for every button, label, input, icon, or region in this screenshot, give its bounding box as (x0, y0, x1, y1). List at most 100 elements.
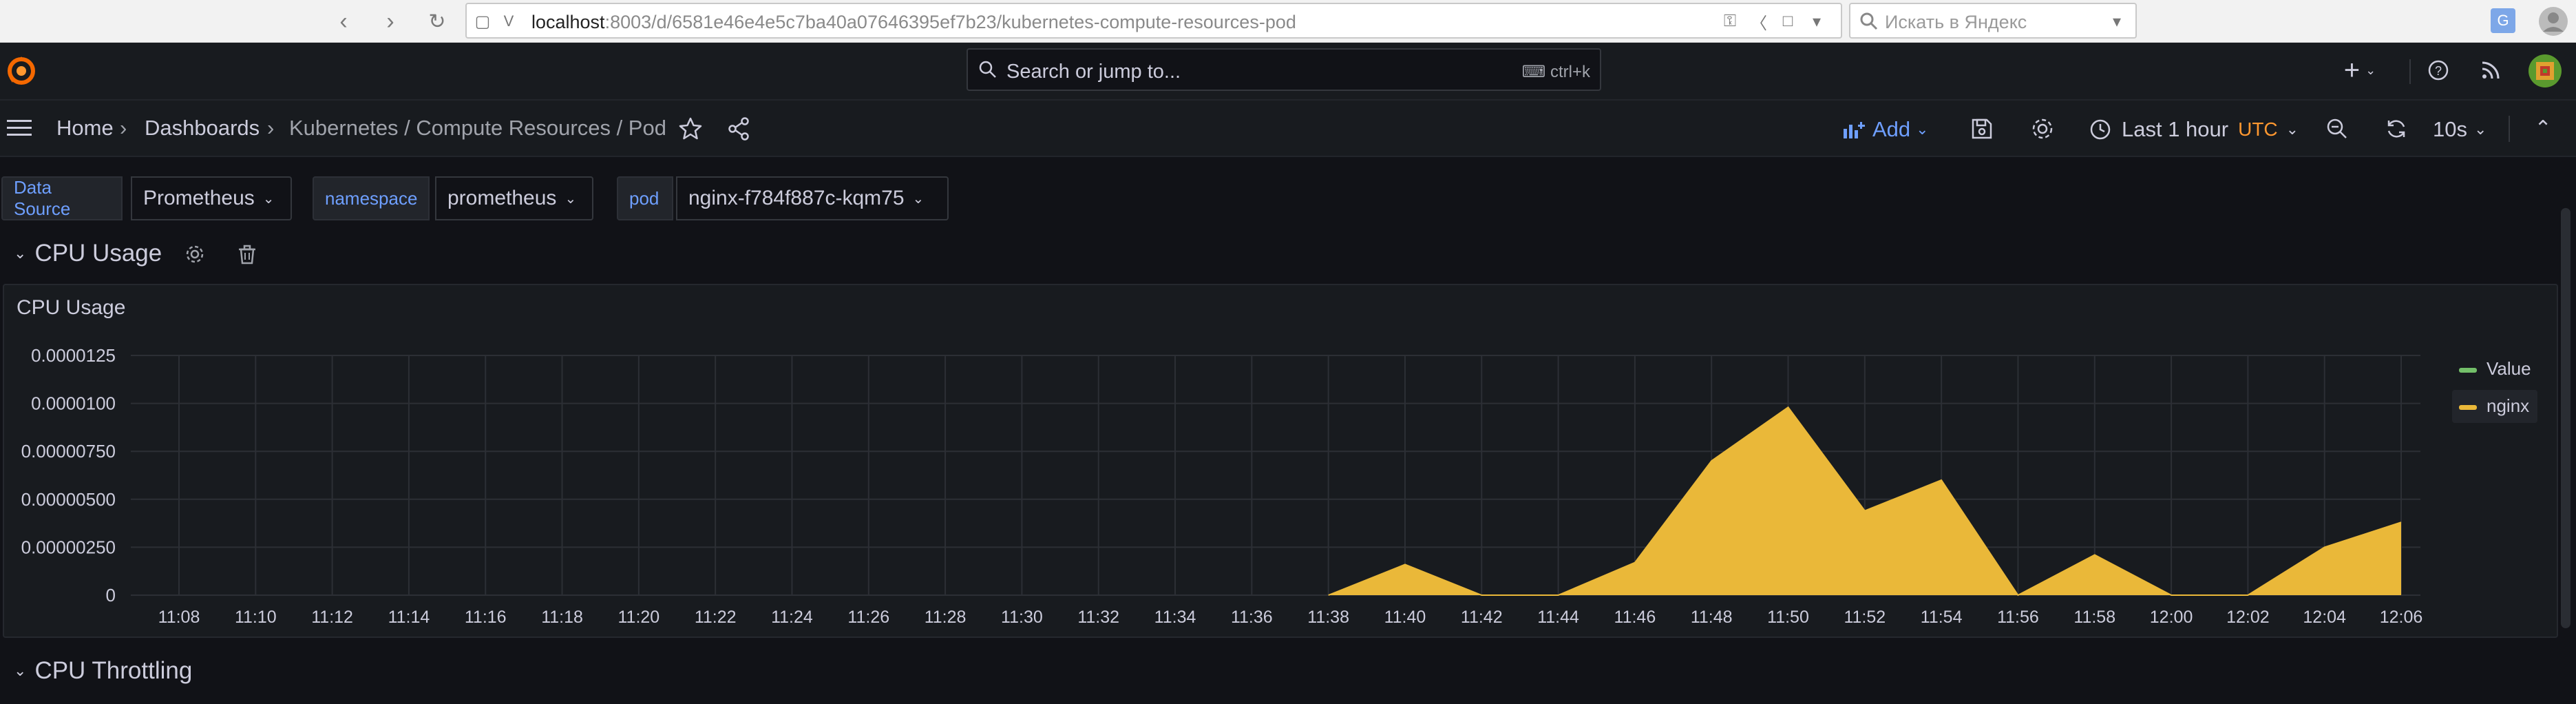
row-title-cpu-usage: CPU Usage (34, 240, 162, 267)
divider (2409, 59, 2411, 84)
share-icon[interactable] (726, 116, 752, 142)
namespace-select[interactable]: prometheus ⌄ (435, 176, 593, 220)
grafana-logo-icon[interactable] (4, 54, 39, 88)
add-label: Add (1872, 117, 1911, 141)
timezone-label: UTC (2238, 118, 2278, 140)
scrollbar[interactable] (2561, 208, 2570, 628)
chevron-down-icon: ⌄ (2473, 121, 2487, 138)
yandex-search-box[interactable]: Искать в Яндекс ▾ (1849, 3, 2137, 39)
search-icon (1860, 12, 1878, 30)
row-delete-trash-icon[interactable] (235, 242, 259, 266)
menu-icon[interactable] (6, 116, 34, 141)
search-placeholder: Search or jump to... (1006, 61, 1181, 83)
refresh-interval-picker[interactable]: 10s ⌄ (2433, 116, 2487, 143)
x-tick-label: 11:16 (465, 608, 507, 627)
x-tick-label: 11:20 (618, 608, 660, 627)
x-tick-label: 11:34 (1154, 608, 1196, 627)
y-tick-label: 0.0000100 (31, 393, 116, 414)
row-cpu-throttling[interactable]: ⌄ CPU Throttling (14, 656, 192, 686)
url-text[interactable]: localhost:8003/d/6581e46e4e5c7ba40a07646… (531, 12, 1296, 33)
search-input[interactable]: Search or jump to... ⌨ ctrl+k (967, 48, 1601, 91)
cpu-usage-chart[interactable]: 0 0.00000250 0.00000500 0.00000750 0.0000100… (4, 285, 2557, 636)
breadcrumb-home[interactable]: Home (56, 116, 114, 141)
y-tick-label: 0.00000750 (21, 441, 116, 462)
variables-bar: Data Source Prometheus ⌄ namespace promet… (0, 157, 2576, 231)
chevron-down-icon[interactable]: ▾ (2107, 11, 2127, 32)
variable-label-namespace: namespace (313, 176, 430, 220)
x-tick-label: 11:14 (388, 608, 430, 627)
new-plus-icon[interactable]: + ⌄ (2339, 55, 2380, 85)
refresh-icon[interactable] (2385, 117, 2408, 141)
chevron-right-icon: › (120, 116, 127, 140)
collapse-chevron-up-icon[interactable]: ⌄ (2529, 113, 2557, 141)
datasource-select[interactable]: Prometheus ⌄ (131, 176, 292, 220)
svg-text:?: ? (2435, 64, 2442, 78)
y-tick-label: 0.00000250 (21, 537, 116, 557)
chevron-down-icon: ⌄ (14, 662, 27, 679)
add-button[interactable]: Add ⌄ (1842, 114, 1929, 145)
settings-gear-icon[interactable] (2029, 116, 2056, 142)
star-icon[interactable] (677, 116, 704, 142)
x-tick-label: 11:24 (771, 608, 813, 627)
x-tick-label: 11:18 (541, 608, 583, 627)
x-tick-label: 11:12 (311, 608, 353, 627)
x-tick-label: 11:28 (925, 608, 967, 627)
x-tick-label: 11:44 (1537, 608, 1579, 627)
legend-label-Value: Value (2487, 358, 2531, 379)
address-bar[interactable]: ▢ V localhost:8003/d/6581e46e4e5c7ba40a0… (465, 3, 1842, 39)
bookmark-icon[interactable]: □ (1777, 11, 1798, 32)
row-settings-gear-icon[interactable] (183, 242, 207, 266)
x-tick-label: 11:48 (1691, 608, 1733, 627)
x-tick-label: 11:40 (1384, 608, 1426, 627)
variable-label-pod: pod (617, 176, 673, 220)
pod-select[interactable]: nginx-f784f887c-kqm75 ⌄ (676, 176, 949, 220)
translate-icon[interactable]: 〈 (1749, 11, 1769, 33)
x-tick-label: 12:04 (2303, 608, 2346, 627)
refresh-interval-label: 10s (2433, 117, 2467, 141)
chevron-right-icon: › (267, 116, 275, 140)
x-tick-label: 11:30 (1001, 608, 1043, 627)
x-tick-label: 11:52 (1844, 608, 1886, 627)
x-tick-label: 12:02 (2226, 608, 2270, 627)
y-tick-label: 0 (106, 585, 116, 605)
chevron-down-icon: ⌄ (912, 191, 925, 207)
x-tick-label: 11:32 (1077, 608, 1119, 627)
translate-extension-icon[interactable]: G (2491, 8, 2515, 33)
time-picker-button[interactable]: Last 1 hour UTC ⌄ (2089, 114, 2299, 145)
legend-label-nginx: nginx (2487, 395, 2529, 416)
divider (2509, 116, 2510, 142)
cpu-usage-panel[interactable]: CPU Usage 0 0.00000250 0.00000500 0.0000075… (3, 284, 2558, 638)
breadcrumb-dashboard-title: Kubernetes / Compute Resources / Pod (289, 116, 666, 140)
row-cpu-usage[interactable]: ⌄ CPU Usage (14, 238, 162, 269)
dashboard-navbar: Home › Dashboards › Kubernetes / Compute… (0, 101, 2576, 157)
site-info-icon[interactable]: ▢ (472, 11, 493, 32)
x-tick-label: 11:38 (1307, 608, 1349, 627)
zoom-out-icon[interactable] (2325, 117, 2349, 141)
save-icon[interactable] (1970, 117, 1994, 141)
x-tick-label: 11:42 (1461, 608, 1503, 627)
chevron-down-icon: ⌄ (14, 245, 27, 262)
dropdown-icon[interactable]: ▾ (1806, 11, 1827, 32)
key-icon[interactable]: ⚿ (1720, 11, 1740, 32)
help-icon[interactable]: ? (2426, 58, 2451, 83)
profile-icon[interactable] (2537, 6, 2569, 37)
v-icon[interactable]: V (498, 11, 519, 32)
user-avatar[interactable] (2528, 54, 2562, 88)
forward-icon[interactable]: › (374, 6, 406, 37)
clock-icon (2090, 119, 2111, 140)
browser-toolbar: ‹ › ↻ ▢ V localhost:8003/d/6581e46e4e5c7… (0, 0, 2576, 43)
back-icon[interactable]: ‹ (328, 6, 359, 37)
reload-icon[interactable]: ↻ (421, 6, 453, 37)
x-tick-label: 12:06 (2380, 608, 2423, 627)
chevron-down-icon: ⌄ (1916, 121, 1929, 138)
x-tick-label: 12:00 (2150, 608, 2193, 627)
search-shortcut: ⌨ ctrl+k (1521, 63, 1590, 81)
x-tick-label: 11:58 (2073, 608, 2115, 627)
breadcrumb-dashboards[interactable]: Dashboards (145, 116, 260, 141)
legend-swatch-nginx (2459, 405, 2477, 410)
x-tick-label: 11:46 (1614, 608, 1656, 627)
variable-label-datasource: Data Source (1, 176, 123, 220)
x-tick-label: 11:50 (1767, 608, 1809, 627)
yandex-search-placeholder: Искать в Яндекс (1885, 12, 2027, 32)
news-feed-icon[interactable] (2478, 58, 2503, 83)
